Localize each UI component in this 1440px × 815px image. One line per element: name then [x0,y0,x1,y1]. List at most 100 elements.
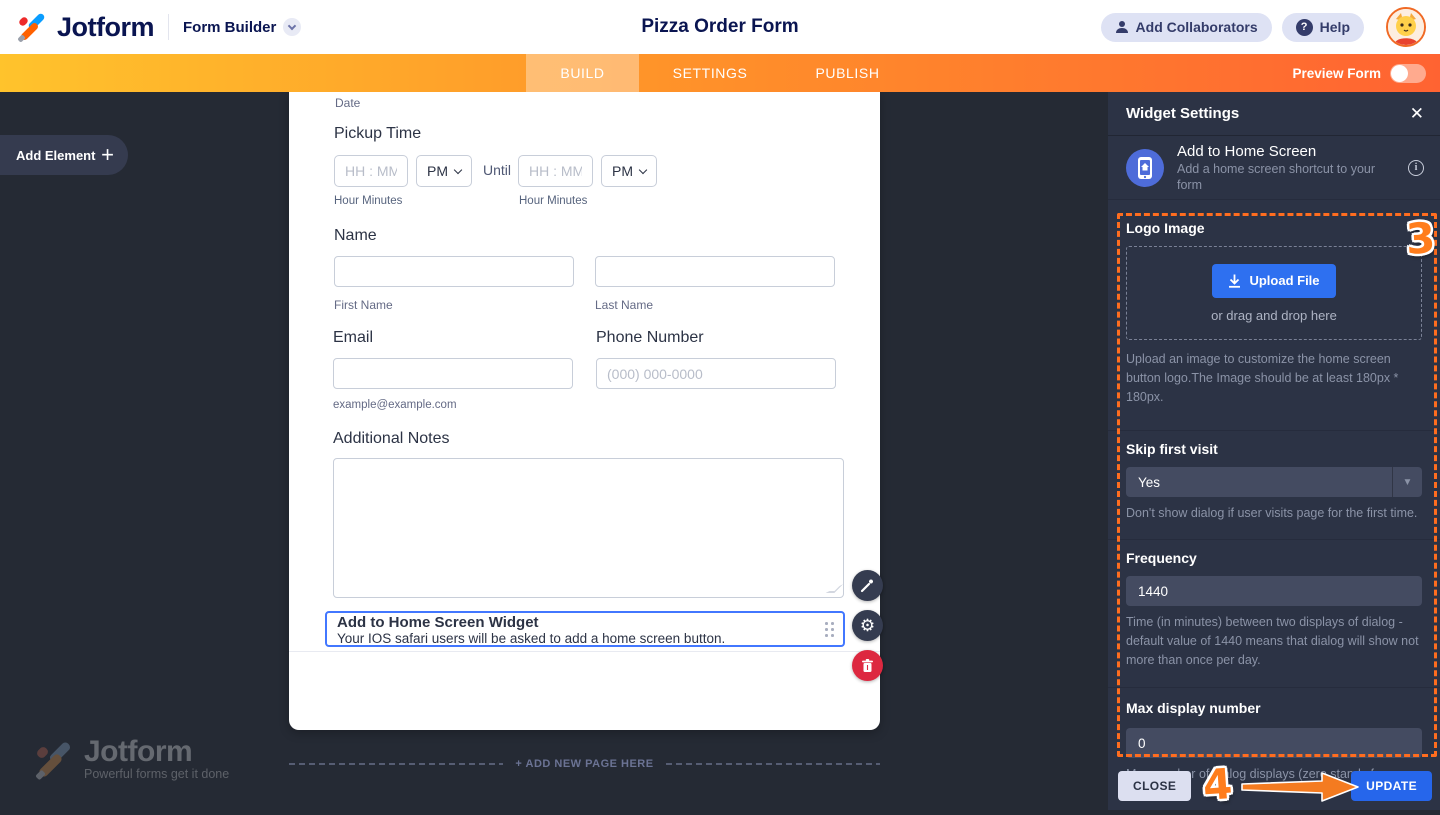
pickup-time-label: Pickup Time [334,125,422,142]
panel-title: Widget Settings [1126,105,1240,122]
dashed-line [289,763,504,765]
add-collaborators-button[interactable]: Add Collaborators [1100,12,1272,42]
logo-image-helper: Upload an image to customize the home sc… [1126,352,1399,404]
add-new-page-label: + ADD NEW PAGE HERE [515,758,654,770]
dashed-line [665,763,880,765]
email-label: Email [333,329,374,346]
update-button[interactable]: UPDATE [1351,771,1432,801]
widget-element-title: Add to Home Screen Widget [337,614,539,631]
skip-first-visit-value: Yes [1138,474,1161,490]
pickup-time-end-input[interactable] [518,155,593,187]
builder-tabs: BUILD SETTINGS PUBLISH [0,54,1440,92]
max-display-input[interactable] [1126,728,1422,759]
trash-icon [862,658,873,672]
pickup-time-end-ampm-select[interactable]: PM [601,155,657,187]
drag-handle-icon[interactable] [825,622,835,638]
avatar[interactable] [1386,7,1426,47]
header-divider [168,14,169,40]
resize-handle-icon[interactable] [826,584,844,593]
drop-hint: or drag and drop here [1211,307,1337,323]
widget-settings-button[interactable]: ⚙ [852,610,883,641]
pickup-time-start-ampm-select[interactable]: PM [416,155,472,187]
widget-name: Add to Home Screen [1177,143,1317,160]
max-display-label: Max display number [1126,700,1261,717]
builder-canvas: Add Element + Date Pickup Time PM Until … [0,92,1108,810]
tab-settings[interactable]: SETTINGS [639,54,782,92]
preview-form-toggle[interactable] [1390,63,1426,83]
skip-first-visit-label: Skip first visit [1126,441,1218,458]
app-header: Jotform Form Builder Pizza Order Form Ad… [0,0,1440,54]
hour-minutes-sublabel: Hour Minutes [334,195,403,207]
skip-first-visit-helper: Don't show dialog if user visits page fo… [1126,506,1418,521]
tab-build[interactable]: BUILD [526,54,639,92]
last-name-sublabel: Last Name [595,298,654,312]
watermark-title: Jotform [84,735,193,768]
ampm-value: PM [612,163,633,179]
person-icon [1115,21,1128,33]
skip-first-visit-select[interactable]: Yes ▼ [1126,467,1422,498]
add-collaborators-label: Add Collaborators [1135,19,1258,35]
product-switcher[interactable]: Form Builder [183,18,302,36]
first-name-sublabel: First Name [334,298,393,312]
chevron-down-icon [453,165,463,174]
jotform-logo[interactable]: Jotform [17,11,155,43]
frequency-helper: Time (in minutes) between two displays o… [1126,615,1419,667]
logo-dropzone[interactable]: Upload File or drag and drop here [1126,246,1422,340]
chevron-down-icon [283,18,302,36]
dropdown-arrow-icon: ▼ [1392,467,1422,498]
jotform-logo-text: Jotform [57,11,155,42]
form-divider [289,651,880,652]
avatar-cat-icon [1388,9,1424,45]
home-screen-widget-icon [1126,148,1164,187]
add-new-page-button[interactable]: + ADD NEW PAGE HERE [289,756,880,772]
magic-wand-button[interactable] [852,570,883,601]
info-icon[interactable]: i [1408,159,1424,176]
plus-icon: + [101,142,114,167]
download-icon [1229,274,1241,288]
form-card: Date Pickup Time PM Until PM Hour Minute… [289,92,880,730]
additional-notes-label: Additional Notes [333,430,450,447]
help-button[interactable]: ? Help [1281,12,1364,42]
email-sublabel: example@example.com [333,399,457,411]
jotform-watermark: Jotform Powerful forms get it done [35,735,230,781]
gear-icon: ⚙ [859,616,876,635]
question-icon: ? [1295,18,1313,36]
add-element-label: Add Element [16,147,96,163]
phone-label: Phone Number [596,329,704,346]
add-element-button[interactable]: Add Element + [0,135,128,175]
additional-notes-textarea[interactable] [333,458,844,598]
upload-file-button[interactable]: Upload File [1212,263,1336,298]
help-label: Help [1319,19,1350,35]
widget-settings-panel: Widget Settings ✕ Add to Home Screen Add… [1108,92,1440,810]
frequency-input[interactable] [1126,576,1422,606]
upload-file-label: Upload File [1249,273,1320,288]
builder-navbar: BUILD SETTINGS PUBLISH Preview Form [0,54,1440,92]
preview-form-label: Preview Form [1292,65,1381,81]
tab-publish[interactable]: PUBLISH [781,54,913,92]
product-label: Form Builder [183,18,277,36]
toggle-knob [1391,64,1408,82]
widget-element-description: Your IOS safari users will be asked to a… [337,631,726,646]
date-field-label: Date [335,96,361,110]
pickup-time-start-input[interactable] [334,155,408,187]
email-input[interactable] [333,358,573,389]
name-label: Name [334,227,377,244]
watermark-tagline: Powerful forms get it done [84,767,230,781]
widget-description: Add a home screen shortcut to your form [1177,162,1376,192]
first-name-input[interactable] [334,256,574,287]
jotform-logo-icon [17,12,48,43]
chevron-down-icon [638,165,648,174]
ampm-value: PM [427,163,448,179]
phone-input[interactable] [596,358,836,389]
close-icon[interactable]: ✕ [1410,105,1424,122]
home-screen-widget-element[interactable]: Add to Home Screen Widget Your IOS safar… [325,611,845,647]
hour-minutes-sublabel: Hour Minutes [519,195,588,207]
close-button[interactable]: CLOSE [1118,771,1192,801]
until-label: Until [483,162,512,178]
magic-wand-icon [860,579,873,593]
delete-widget-button[interactable] [852,650,883,681]
logo-image-label: Logo Image [1126,220,1205,236]
jotform-watermark-icon [35,740,76,781]
last-name-input[interactable] [595,256,835,287]
frequency-label: Frequency [1126,550,1197,566]
